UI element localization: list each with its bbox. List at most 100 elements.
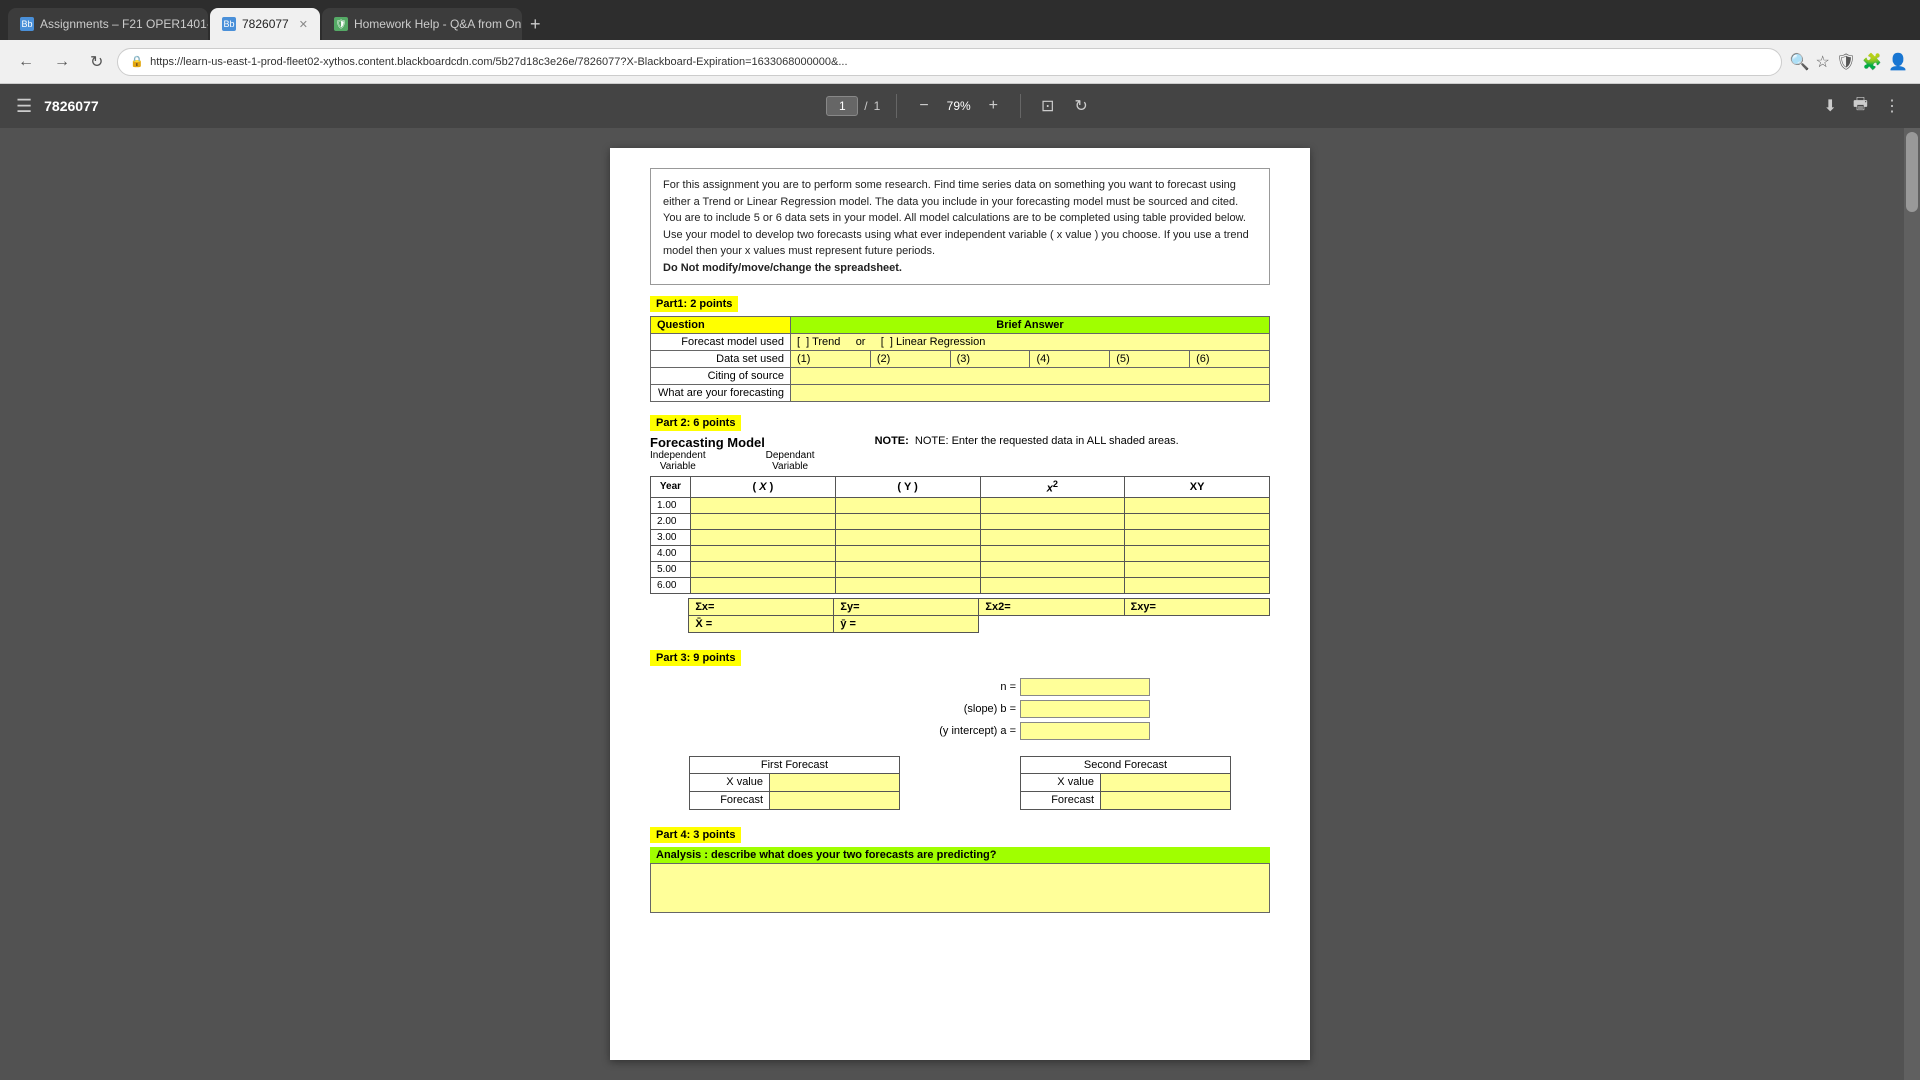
part2-section: Part 2: 6 points Forecasting Model Indep… [650, 414, 1270, 633]
row3-xy[interactable] [1125, 529, 1270, 545]
back-button[interactable]: ← [12, 49, 40, 75]
sigma-x-cell[interactable]: Σx= [689, 598, 834, 615]
row4-x2[interactable] [980, 545, 1125, 561]
row4-x[interactable] [691, 545, 836, 561]
scroll-thumb[interactable] [1906, 132, 1918, 212]
note-text: NOTE: NOTE: Enter the requested data in … [875, 435, 1179, 447]
tab-assignments[interactable]: Bb Assignments – F21 OPER1401-08 ✕ [8, 8, 208, 40]
row6-y[interactable] [835, 577, 980, 593]
part3-inputs: n = (slope) b = (y intercept) a = [650, 678, 1270, 740]
part1-section: Part1: 2 points Question Brief Answer Fo… [650, 295, 1270, 402]
sigma-xy-cell[interactable]: Σxy= [1124, 598, 1269, 615]
more-button[interactable]: ⋮ [1880, 89, 1904, 124]
row6-x2[interactable] [980, 577, 1125, 593]
row4-y[interactable] [835, 545, 980, 561]
zoom-in-button[interactable]: + [983, 95, 1004, 117]
x-bar-cell[interactable]: X̄ = [689, 615, 834, 632]
pdf-page: For this assignment you are to perform s… [610, 148, 1310, 1060]
x2-header: x2 [980, 477, 1125, 498]
menu-icon[interactable]: ☰ [16, 96, 32, 117]
shield-nav-icon[interactable]: 🛡 [1836, 52, 1856, 72]
table-row: 3.00 [651, 529, 1270, 545]
tab-icon-bb1: Bb [20, 17, 34, 31]
row3-x2[interactable] [980, 529, 1125, 545]
row2-xy[interactable] [1125, 513, 1270, 529]
brief-answer-label: Brief Answer [791, 317, 1270, 334]
forward-button[interactable]: → [48, 49, 76, 75]
pdf-title: 7826077 [44, 98, 99, 114]
row2-y[interactable] [835, 513, 980, 529]
slope-input[interactable] [1020, 700, 1150, 718]
row1-xy[interactable] [1125, 497, 1270, 513]
row5-xy[interactable] [1125, 561, 1270, 577]
scrollbar[interactable] [1904, 128, 1920, 1080]
row2-x[interactable] [691, 513, 836, 529]
search-icon[interactable]: 🔍 [1790, 52, 1810, 72]
sum-table: Σx= Σy= Σx2= Σxy= X̄ = ȳ = [650, 598, 1270, 633]
sigma-x2-cell[interactable]: Σx2= [979, 598, 1124, 615]
part1-table: Question Brief Answer Forecast model use… [650, 316, 1270, 402]
fit-page-button[interactable]: ⊡ [1037, 92, 1058, 120]
row2-x2[interactable] [980, 513, 1125, 529]
row5-year: 5.00 [651, 561, 691, 577]
second-forecast-label: Forecast [1021, 791, 1101, 809]
row1-x2[interactable] [980, 497, 1125, 513]
row5-y[interactable] [835, 561, 980, 577]
first-forecast-input[interactable] [770, 791, 900, 809]
extensions-icon[interactable]: 🧩 [1862, 52, 1882, 72]
row1-x[interactable] [691, 497, 836, 513]
y-bar-cell[interactable]: ȳ = [834, 615, 979, 632]
citing-value[interactable] [791, 368, 1270, 385]
n-row: n = [1000, 678, 1150, 696]
dataset-6[interactable]: (6) [1190, 351, 1270, 368]
print-button[interactable]: 🖶 [1849, 89, 1872, 124]
avatar-icon[interactable]: 👤 [1888, 52, 1908, 72]
intercept-input[interactable] [1020, 722, 1150, 740]
tab-7826077[interactable]: Bb 7826077 ✕ [210, 8, 320, 40]
dataset-5[interactable]: (5) [1110, 351, 1190, 368]
n-input[interactable] [1020, 678, 1150, 696]
row6-xy[interactable] [1125, 577, 1270, 593]
tab-homework[interactable]: 🛡 Homework Help - Q&A from Onl ✕ [322, 8, 522, 40]
download-button[interactable]: ⬇ [1819, 89, 1840, 124]
rotate-button[interactable]: ↻ [1070, 92, 1091, 120]
dataset-3[interactable]: (3) [950, 351, 1030, 368]
intro-box: For this assignment you are to perform s… [650, 168, 1270, 285]
part3-header: Part 3: 9 points [650, 650, 741, 666]
row3-x[interactable] [691, 529, 836, 545]
bookmark-icon[interactable]: ☆ [1816, 52, 1830, 72]
row3-y[interactable] [835, 529, 980, 545]
table-row: 4.00 [651, 545, 1270, 561]
forecast-model-value[interactable]: [ ] Trend or [ ] Linear Regression [791, 334, 1270, 351]
row4-xy[interactable] [1125, 545, 1270, 561]
page-input[interactable] [826, 96, 858, 116]
reload-button[interactable]: ↻ [84, 48, 109, 76]
tab-icon-bb2: Bb [222, 17, 236, 31]
first-forecast-label: Forecast [690, 791, 770, 809]
forecasting-value[interactable] [791, 385, 1270, 402]
new-tab-button[interactable]: + [524, 8, 547, 40]
page-nav: / 1 [826, 96, 880, 116]
address-bar[interactable]: 🔒 https://learn-us-east-1-prod-fleet02-x… [117, 48, 1781, 76]
first-forecast-title: First Forecast [690, 756, 900, 773]
nav-bar: ← → ↻ 🔒 https://learn-us-east-1-prod-fle… [0, 40, 1920, 84]
row1-y[interactable] [835, 497, 980, 513]
dataset-1[interactable]: (1) [791, 351, 871, 368]
row5-x2[interactable] [980, 561, 1125, 577]
row5-x[interactable] [691, 561, 836, 577]
tab-close-2[interactable]: ✕ [299, 18, 308, 31]
zoom-out-button[interactable]: − [913, 95, 934, 117]
dataset-2[interactable]: (2) [870, 351, 950, 368]
part3-section: Part 3: 9 points n = (slope) b = (y inte… [650, 649, 1270, 810]
first-x-input[interactable] [770, 773, 900, 791]
tab-icon-shield: 🛡 [334, 17, 348, 31]
url-text: https://learn-us-east-1-prod-fleet02-xyt… [150, 56, 847, 68]
row6-x[interactable] [691, 577, 836, 593]
second-forecast-input[interactable] [1101, 791, 1231, 809]
zoom-controls: − 79% + [913, 95, 1004, 117]
second-forecast-table: Second Forecast X value Forecast [1020, 756, 1231, 810]
sigma-y-cell[interactable]: Σy= [834, 598, 979, 615]
second-x-input[interactable] [1101, 773, 1231, 791]
analysis-body[interactable] [650, 863, 1270, 913]
dataset-4[interactable]: (4) [1030, 351, 1110, 368]
